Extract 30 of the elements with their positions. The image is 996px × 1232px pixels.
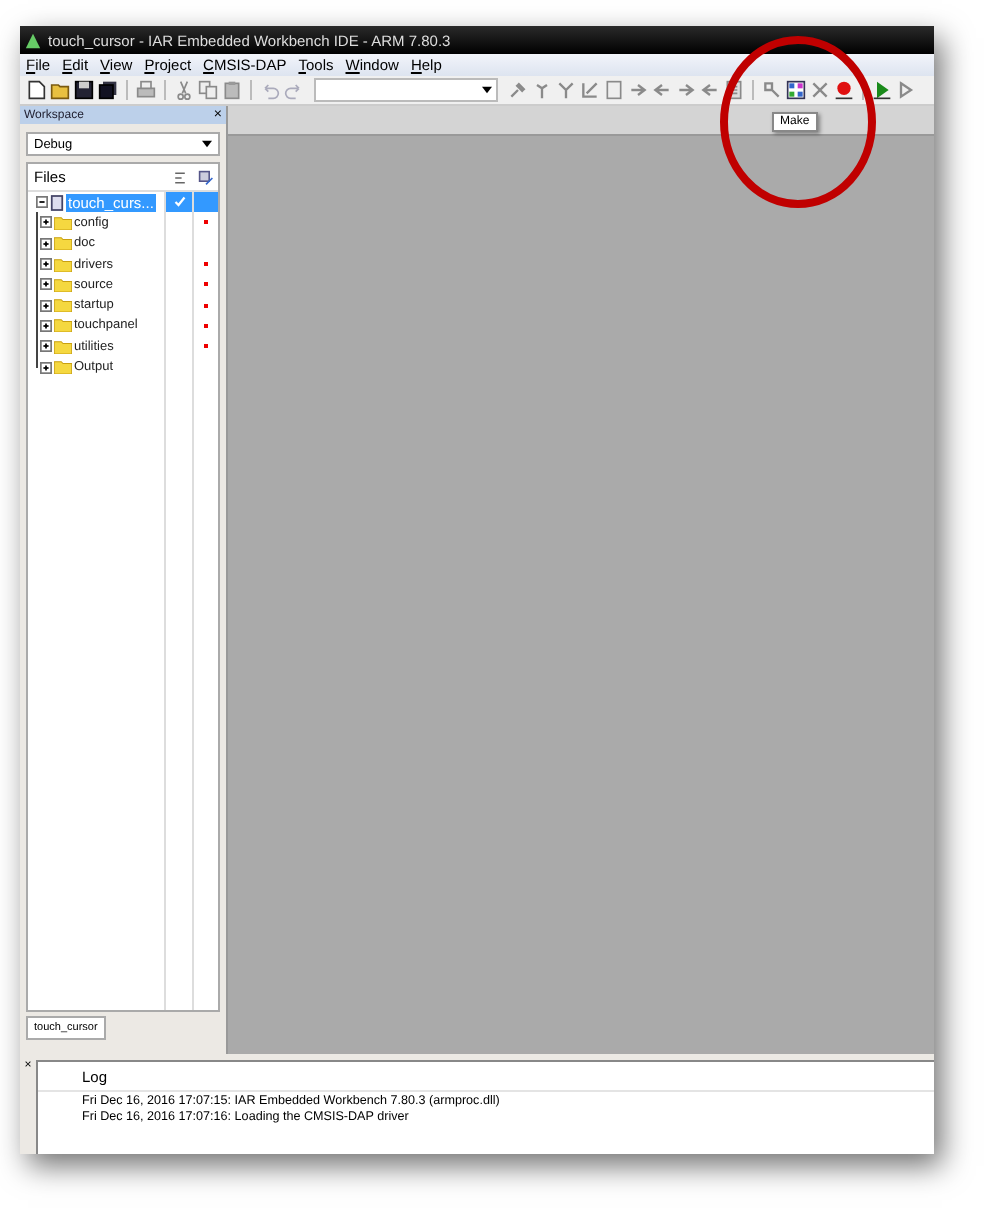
expand-toggle-icon[interactable] [40, 258, 52, 271]
caret-icon [202, 140, 212, 148]
project-icon [50, 193, 64, 212]
save-all-icon[interactable] [98, 80, 118, 100]
copy-icon[interactable] [198, 80, 218, 100]
expand-toggle-icon[interactable] [40, 216, 52, 229]
expand-toggle-icon[interactable] [40, 237, 52, 250]
clipboard-icon[interactable] [222, 80, 242, 100]
expand-toggle-icon[interactable] [40, 319, 52, 332]
open-folder-icon[interactable] [50, 80, 70, 100]
app-icon [24, 31, 42, 49]
printer-icon[interactable] [136, 80, 156, 100]
caret-icon [482, 86, 492, 94]
expand-toggle-icon[interactable] [40, 299, 52, 312]
expand-toggle-icon[interactable] [40, 340, 52, 353]
scissors-icon[interactable] [174, 80, 194, 100]
expand-toggle-icon[interactable] [40, 278, 52, 291]
breakpoint-icon[interactable] [834, 80, 854, 100]
play-icon[interactable] [872, 80, 892, 100]
search-field[interactable] [314, 78, 498, 102]
undo-icon[interactable] [260, 80, 280, 100]
redo-icon[interactable] [284, 80, 304, 100]
expand-toggle-icon[interactable] [36, 196, 48, 209]
options-icon [198, 169, 214, 185]
grid-icon[interactable] [786, 80, 806, 100]
new-file-icon[interactable] [26, 80, 46, 100]
save-icon[interactable] [74, 80, 94, 100]
expand-toggle-icon[interactable] [40, 361, 52, 374]
sort-icon [172, 169, 188, 185]
document-icon[interactable] [604, 80, 624, 100]
